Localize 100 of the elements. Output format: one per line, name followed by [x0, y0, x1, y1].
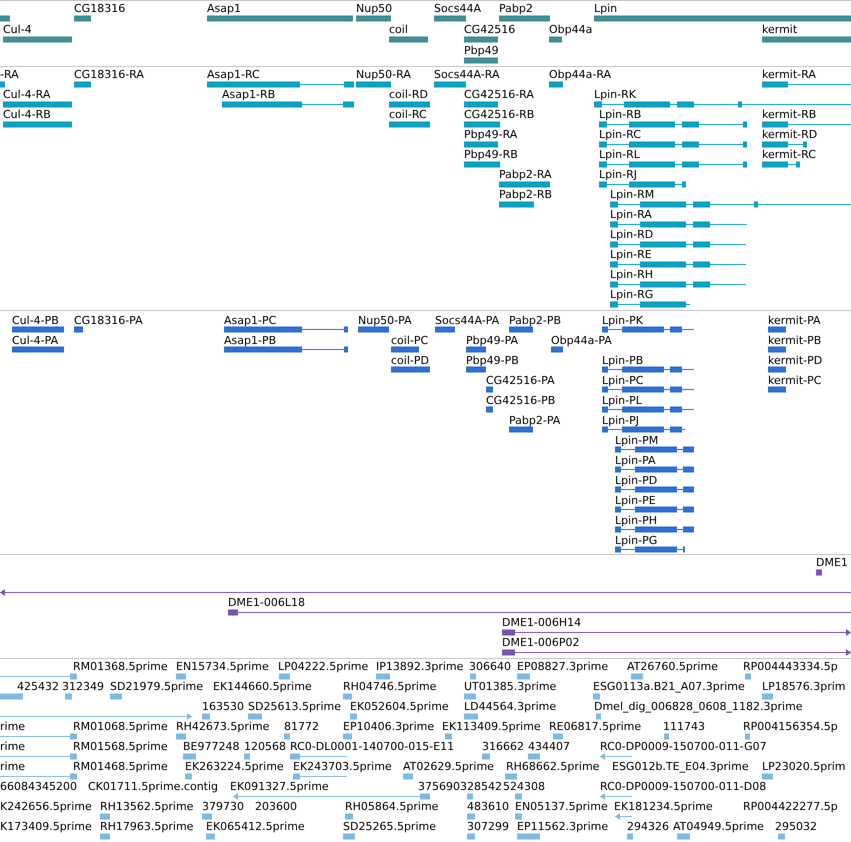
transcript-feature[interactable] [389, 121, 430, 128]
gene-feature[interactable] [762, 36, 851, 43]
protein-feature[interactable] [602, 386, 694, 393]
est-feature[interactable] [600, 753, 632, 760]
protein-feature[interactable] [358, 326, 389, 333]
est-feature[interactable] [677, 833, 690, 840]
transcript-feature[interactable] [610, 261, 746, 268]
protein-feature[interactable] [12, 326, 64, 333]
transcript-feature[interactable] [464, 101, 498, 108]
est-feature[interactable] [345, 813, 353, 820]
transcript-feature[interactable] [599, 161, 747, 168]
protein-feature[interactable] [435, 326, 455, 333]
est-feature[interactable] [343, 833, 355, 840]
est-feature[interactable] [279, 673, 290, 680]
protein-feature[interactable] [615, 506, 694, 513]
est-feature[interactable] [176, 733, 186, 740]
est-feature[interactable] [0, 773, 77, 780]
est-feature[interactable] [515, 813, 522, 820]
transcript-feature[interactable] [762, 81, 851, 88]
protein-feature[interactable] [486, 406, 493, 413]
est-feature[interactable] [343, 693, 352, 700]
transcript-feature[interactable] [549, 81, 563, 88]
protein-feature[interactable] [224, 346, 348, 353]
protein-feature[interactable] [224, 326, 348, 333]
protein-feature[interactable] [615, 466, 694, 473]
est-feature[interactable] [778, 833, 785, 840]
est-feature[interactable] [290, 753, 347, 760]
est-feature[interactable] [202, 713, 210, 720]
est-feature[interactable] [202, 813, 212, 820]
est-feature[interactable] [627, 833, 633, 840]
transcript-feature[interactable] [610, 201, 851, 208]
gene-feature[interactable] [356, 15, 391, 22]
transcript-feature[interactable] [356, 81, 391, 88]
est-feature[interactable] [470, 673, 476, 680]
protein-feature[interactable] [602, 426, 685, 433]
est-feature[interactable] [482, 753, 490, 760]
est-feature[interactable] [445, 733, 452, 740]
gene-feature[interactable] [0, 15, 10, 22]
gene-feature[interactable] [549, 36, 562, 43]
est-feature[interactable] [248, 713, 262, 720]
est-feature[interactable] [183, 753, 196, 760]
est-feature[interactable] [100, 813, 110, 820]
protein-feature[interactable] [615, 446, 694, 453]
gene-feature[interactable] [464, 36, 498, 43]
clone-feature[interactable] [228, 609, 851, 616]
est-feature[interactable] [515, 793, 522, 800]
protein-feature[interactable] [602, 406, 694, 413]
protein-feature[interactable] [768, 366, 786, 373]
protein-feature[interactable] [602, 326, 694, 333]
transcript-feature[interactable] [762, 141, 807, 148]
transcript-feature[interactable] [599, 141, 747, 148]
transcript-feature[interactable] [599, 121, 747, 128]
transcript-feature[interactable] [464, 141, 498, 148]
protein-feature[interactable] [768, 346, 786, 353]
protein-feature[interactable] [391, 366, 430, 373]
protein-feature[interactable] [768, 326, 786, 333]
est-feature[interactable] [244, 753, 250, 760]
gene-feature[interactable] [3, 36, 72, 43]
est-feature[interactable] [0, 693, 23, 700]
est-feature[interactable] [0, 733, 77, 740]
transcript-feature[interactable] [610, 241, 746, 248]
transcript-feature[interactable] [207, 81, 354, 88]
transcript-feature[interactable] [499, 201, 534, 208]
transcript-feature[interactable] [762, 121, 851, 128]
est-feature[interactable] [284, 733, 290, 740]
est-feature[interactable] [593, 693, 600, 700]
protein-feature[interactable] [391, 346, 419, 353]
est-feature[interactable] [464, 693, 476, 700]
transcript-feature[interactable] [3, 121, 72, 128]
est-feature[interactable] [0, 673, 77, 680]
est-feature[interactable] [100, 833, 110, 840]
gene-feature[interactable] [594, 15, 851, 22]
est-feature[interactable] [65, 693, 72, 700]
protein-feature[interactable] [509, 326, 533, 333]
transcript-feature[interactable] [222, 101, 354, 108]
gene-feature[interactable] [74, 15, 91, 22]
protein-feature[interactable] [768, 386, 786, 393]
transcript-feature[interactable] [389, 101, 430, 108]
gene-feature[interactable] [499, 15, 550, 22]
protein-feature[interactable] [466, 366, 486, 373]
est-feature[interactable] [631, 673, 643, 680]
protein-feature[interactable] [486, 386, 493, 393]
protein-feature[interactable] [509, 426, 533, 433]
transcript-feature[interactable] [599, 181, 686, 188]
est-feature[interactable] [517, 833, 540, 840]
transcript-feature[interactable] [594, 101, 851, 108]
est-feature[interactable] [596, 713, 601, 720]
gene-feature[interactable] [434, 15, 466, 22]
est-feature[interactable] [600, 793, 632, 800]
gene-feature[interactable] [464, 57, 498, 64]
est-feature[interactable] [350, 713, 357, 720]
est-feature[interactable] [293, 773, 347, 780]
est-feature[interactable] [505, 773, 517, 780]
clone-feature[interactable] [816, 569, 822, 576]
transcript-feature[interactable] [464, 161, 500, 168]
transcript-feature[interactable] [464, 121, 500, 128]
clone-feature[interactable] [502, 629, 851, 636]
transcript-feature[interactable] [610, 301, 690, 308]
transcript-feature[interactable] [434, 81, 466, 88]
est-feature[interactable] [464, 713, 478, 720]
